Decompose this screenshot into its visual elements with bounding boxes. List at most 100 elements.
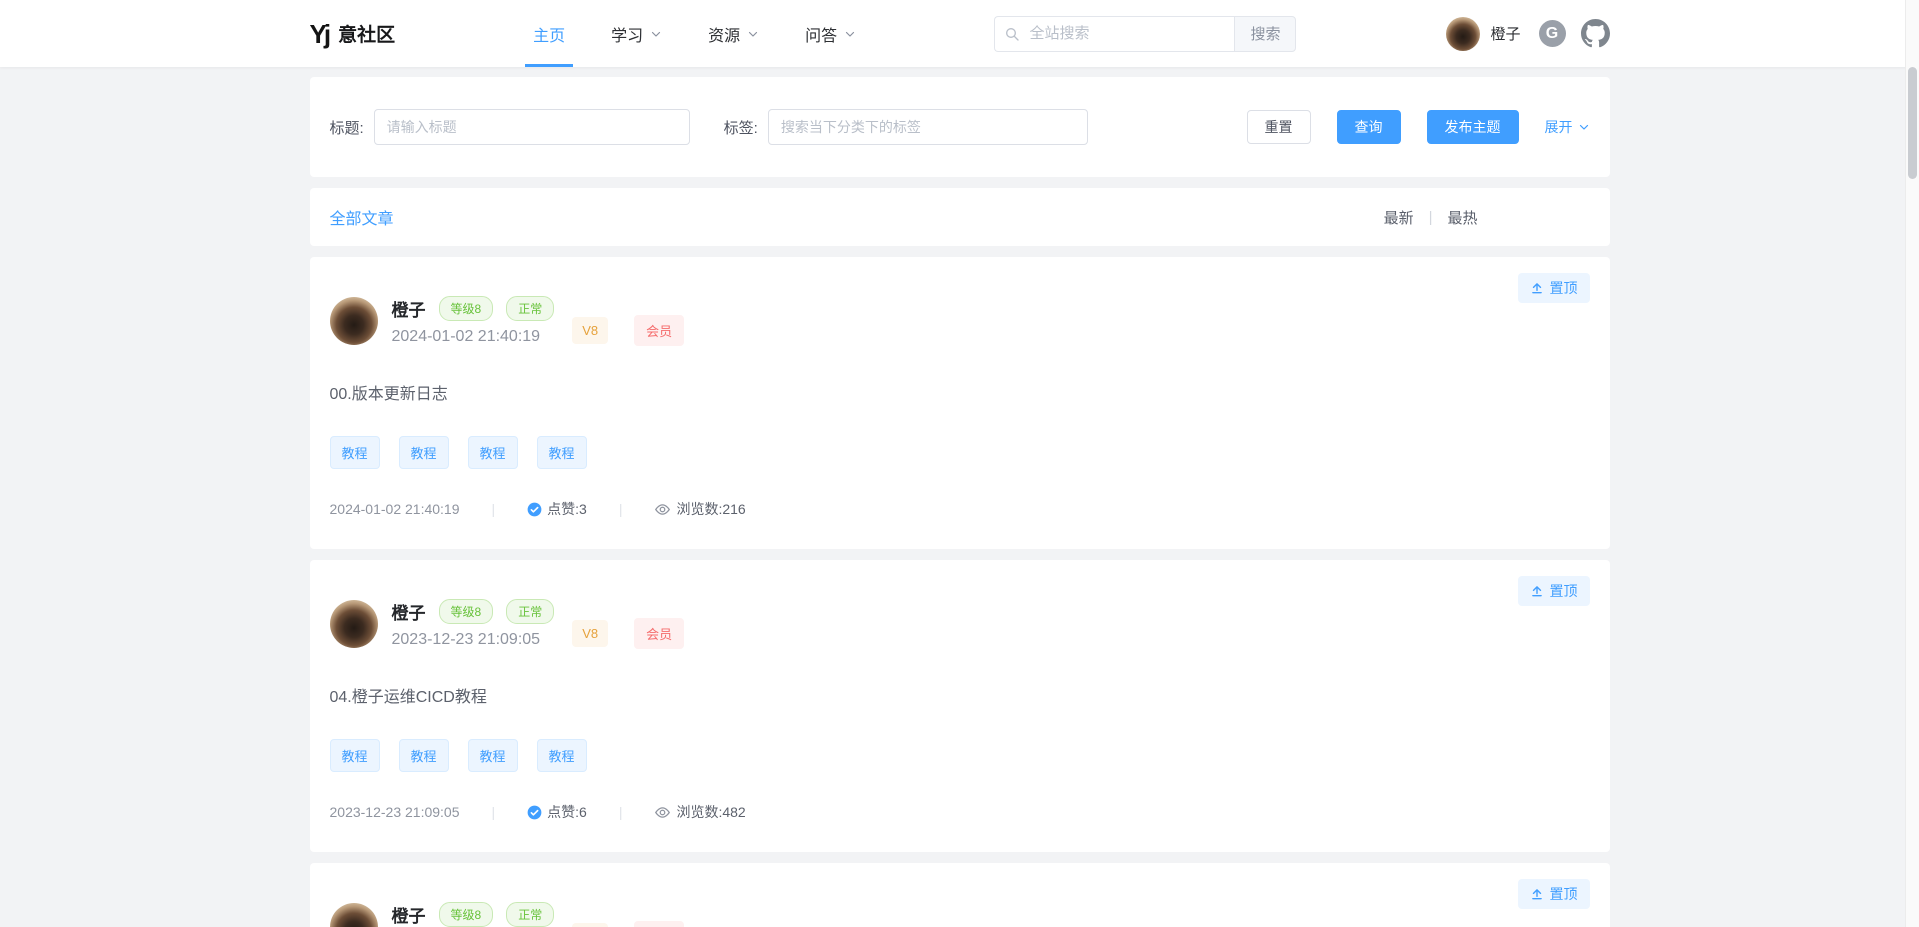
post-header: 橙子 等级8 正常 2023-12-23 21:09:05 V8 会员 xyxy=(330,598,1590,649)
pin-top-icon xyxy=(1530,584,1544,598)
logo-mark-icon: Yj xyxy=(310,21,329,47)
chevron-down-icon xyxy=(1578,121,1590,133)
user-avatar[interactable] xyxy=(1446,17,1480,51)
site-logo[interactable]: Yj 意社区 xyxy=(310,20,396,47)
nav-item-learn-label: 学习 xyxy=(611,22,643,46)
author-line: 橙子 等级8 正常 xyxy=(392,599,555,624)
footer-time: 2024-01-02 21:40:19 xyxy=(330,501,460,517)
author-name[interactable]: 橙子 xyxy=(392,599,426,624)
nav-item-qa-label: 问答 xyxy=(805,22,837,46)
author-name[interactable]: 橙子 xyxy=(392,902,426,927)
eye-icon xyxy=(654,804,671,821)
query-button[interactable]: 查询 xyxy=(1337,110,1401,144)
nav-item-resources-label: 资源 xyxy=(708,22,740,46)
page-scrollbar[interactable] xyxy=(1905,0,1919,927)
gitee-icon[interactable]: G xyxy=(1539,20,1566,47)
pin-top-label: 置顶 xyxy=(1550,581,1578,601)
views-stat: 浏览数:482 xyxy=(654,802,745,822)
pin-top-label: 置顶 xyxy=(1550,884,1578,904)
author-avatar[interactable] xyxy=(330,903,378,927)
author-block: 橙子 等级8 正常 2023-12-16 15:22:38 xyxy=(392,902,555,927)
article-list: 置顶 橙子 等级8 正常 2024-01-02 21:40:19 V8 会员 xyxy=(310,257,1610,927)
pin-top-icon xyxy=(1530,887,1544,901)
level-badge: 等级8 xyxy=(439,599,494,624)
author-line: 橙子 等级8 正常 xyxy=(392,296,555,321)
post-card[interactable]: 置顶 橙子 等级8 正常 2024-01-02 21:40:19 V8 会员 xyxy=(310,257,1610,549)
vip-badge: V8 xyxy=(572,317,608,344)
member-badge: 会员 xyxy=(634,618,684,649)
footer-divider: | xyxy=(619,501,623,517)
pin-top-icon xyxy=(1530,281,1544,295)
tag-filter-group: 标签: xyxy=(724,109,1088,145)
pin-top-button[interactable]: 置顶 xyxy=(1518,576,1590,606)
scrollbar-thumb[interactable] xyxy=(1908,67,1917,179)
search-input[interactable] xyxy=(994,16,1234,52)
likes-stat: 点赞:6 xyxy=(527,802,587,822)
pin-top-button[interactable]: 置顶 xyxy=(1518,273,1590,303)
post-header: 橙子 等级8 正常 2023-12-16 15:22:38 V8 会员 xyxy=(330,901,1590,927)
search-button[interactable]: 搜索 xyxy=(1234,16,1296,52)
post-tag[interactable]: 教程 xyxy=(468,739,518,772)
reset-button[interactable]: 重置 xyxy=(1247,110,1311,144)
eye-icon xyxy=(654,501,671,518)
sort-newest[interactable]: 最新 xyxy=(1384,207,1414,228)
user-area: 橙子 G xyxy=(1446,17,1609,51)
status-badge: 正常 xyxy=(506,296,554,321)
nav-item-qa[interactable]: 问答 xyxy=(805,0,856,67)
member-badge: 会员 xyxy=(634,315,684,346)
post-title[interactable]: 00.版本更新日志 xyxy=(330,380,1590,404)
pin-top-button[interactable]: 置顶 xyxy=(1518,879,1590,909)
github-icon[interactable] xyxy=(1581,19,1610,48)
author-block: 橙子 等级8 正常 2024-01-02 21:40:19 xyxy=(392,296,555,346)
footer-divider: | xyxy=(619,804,623,820)
post-title[interactable]: 04.橙子运维CICD教程 xyxy=(330,683,1590,707)
nav-item-learn[interactable]: 学习 xyxy=(611,0,662,67)
status-badge: 正常 xyxy=(506,599,554,624)
post-time: 2024-01-02 21:40:19 xyxy=(392,328,555,346)
post-tag[interactable]: 教程 xyxy=(330,436,380,469)
vip-badge: V8 xyxy=(572,620,608,647)
sort-hottest[interactable]: 最热 xyxy=(1447,207,1477,228)
nav-item-resources[interactable]: 资源 xyxy=(708,0,759,67)
author-line: 橙子 等级8 正常 xyxy=(392,902,555,927)
site-name: 意社区 xyxy=(338,20,395,47)
author-name[interactable]: 橙子 xyxy=(392,296,426,321)
publish-topic-button[interactable]: 发布主题 xyxy=(1427,110,1519,144)
title-filter-input[interactable] xyxy=(374,109,690,145)
post-tag[interactable]: 教程 xyxy=(537,739,587,772)
nav-item-home[interactable]: 主页 xyxy=(533,0,565,67)
all-articles-tab[interactable]: 全部文章 xyxy=(330,205,394,229)
post-time: 2023-12-23 21:09:05 xyxy=(392,631,555,649)
tag-filter-input[interactable] xyxy=(768,109,1088,145)
user-name[interactable]: 橙子 xyxy=(1490,23,1520,44)
article-list-header: 全部文章 最新 | 最热 xyxy=(310,188,1610,246)
filter-actions: 重置 查询 发布主题 展开 xyxy=(1247,110,1590,144)
expand-toggle[interactable]: 展开 xyxy=(1545,117,1590,137)
post-tag[interactable]: 教程 xyxy=(537,436,587,469)
post-footer: 2024-01-02 21:40:19 | 点赞:3 | 浏览数:216 xyxy=(330,499,1590,519)
footer-divider: | xyxy=(492,501,496,517)
like-check-icon xyxy=(527,502,542,517)
views-label: 浏览数:216 xyxy=(676,499,745,519)
post-tags: 教程 教程 教程 教程 xyxy=(330,739,1590,772)
chevron-down-icon xyxy=(747,28,759,40)
sort-divider: | xyxy=(1429,209,1433,226)
views-stat: 浏览数:216 xyxy=(654,499,745,519)
vip-badge: V8 xyxy=(572,923,608,927)
footer-time: 2023-12-23 21:09:05 xyxy=(330,804,460,820)
expand-label: 展开 xyxy=(1545,117,1573,137)
post-tag[interactable]: 教程 xyxy=(399,739,449,772)
filter-panel: 标题: 标签: 重置 查询 发布主题 展开 xyxy=(310,77,1610,177)
post-tags: 教程 教程 教程 教程 xyxy=(330,436,1590,469)
author-avatar[interactable] xyxy=(330,600,378,648)
post-footer: 2023-12-23 21:09:05 | 点赞:6 | 浏览数:482 xyxy=(330,802,1590,822)
post-card[interactable]: 置顶 橙子 等级8 正常 2023-12-16 15:22:38 V8 会员 xyxy=(310,863,1610,927)
post-card[interactable]: 置顶 橙子 等级8 正常 2023-12-23 21:09:05 V8 会员 xyxy=(310,560,1610,852)
post-tag[interactable]: 教程 xyxy=(330,739,380,772)
post-tag[interactable]: 教程 xyxy=(468,436,518,469)
likes-label: 点赞:6 xyxy=(547,802,587,822)
post-tag[interactable]: 教程 xyxy=(399,436,449,469)
global-search: 搜索 xyxy=(994,16,1296,52)
author-avatar[interactable] xyxy=(330,297,378,345)
author-block: 橙子 等级8 正常 2023-12-23 21:09:05 xyxy=(392,599,555,649)
